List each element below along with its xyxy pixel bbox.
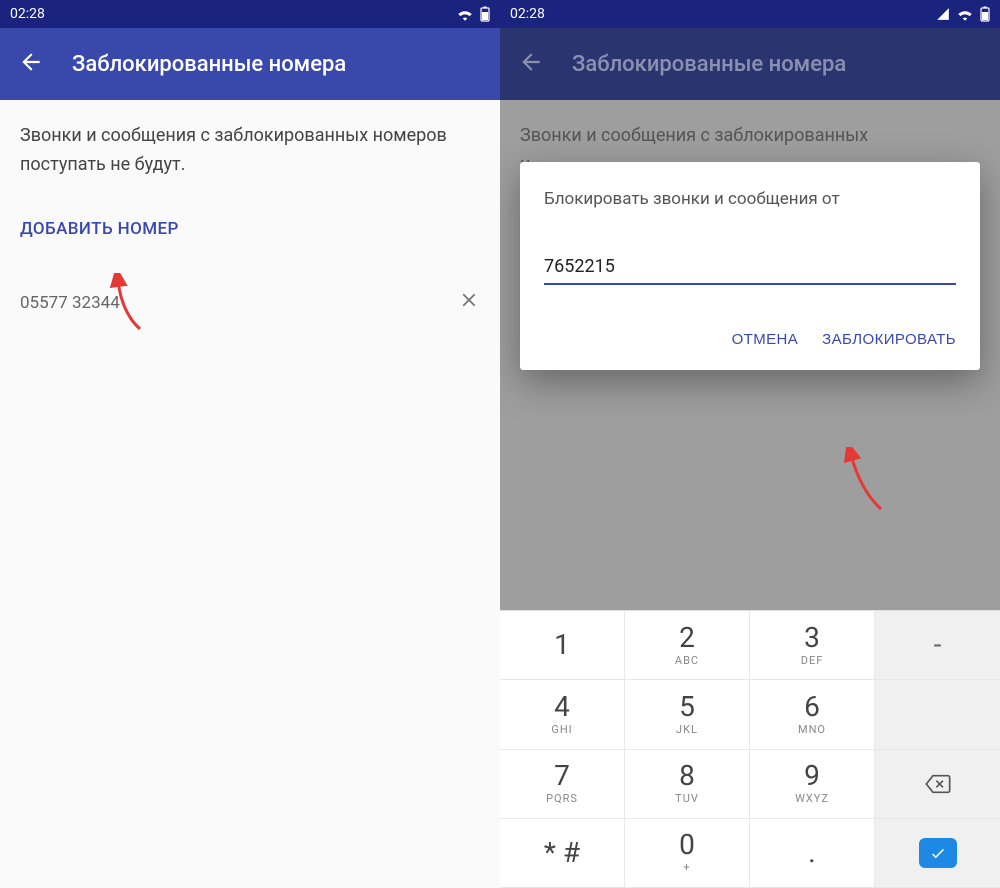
keypad-key-sym[interactable]: .	[750, 819, 875, 888]
keypad-key-4[interactable]: 4GHI	[500, 680, 625, 749]
back-arrow-icon[interactable]	[18, 49, 44, 80]
keypad-key-0[interactable]: 0+	[625, 819, 750, 888]
remove-number-icon[interactable]	[458, 283, 480, 325]
keypad-done-button[interactable]	[875, 819, 1000, 888]
dialog-title: Блокировать звонки и сообщения от	[544, 186, 956, 212]
status-icons	[456, 6, 490, 22]
screen-add-number-dialog: 02:28 Заблокированные номера Звонки и со…	[500, 0, 1000, 888]
keypad-key-6[interactable]: 6MNO	[750, 680, 875, 749]
description-text-bg: Звонки и сообщения с заблокированных	[520, 122, 980, 151]
keypad-key-9[interactable]: 9WXYZ	[750, 750, 875, 819]
status-bar: 02:28	[0, 0, 500, 28]
numeric-keypad: 12ABC3DEF- 4GHI5JKL6MNO 7PQRS8TUV9WXYZ * #…	[500, 610, 1000, 888]
status-time: 02:28	[510, 6, 545, 22]
status-time: 02:28	[10, 6, 45, 22]
content-area: Звонки и сообщения с заблокированных ном…	[0, 100, 500, 888]
keypad-key-8[interactable]: 8TUV	[625, 750, 750, 819]
status-icons	[936, 6, 990, 22]
page-title: Заблокированные номера	[72, 52, 346, 77]
add-number-button[interactable]: ДОБАВИТЬ НОМЕР	[20, 216, 480, 243]
cancel-button[interactable]: ОТМЕНА	[732, 331, 799, 348]
block-button[interactable]: ЗАБЛОКИРОВАТЬ	[822, 331, 956, 348]
block-number-dialog: Блокировать звонки и сообщения от ОТМЕНА…	[520, 162, 980, 370]
app-bar: Заблокированные номера	[0, 28, 500, 100]
keypad-key-5[interactable]: 5JKL	[625, 680, 750, 749]
battery-icon	[980, 6, 990, 22]
keypad-key-2[interactable]: 2ABC	[625, 611, 750, 680]
keypad-key-1[interactable]: 1	[500, 611, 625, 680]
blocked-number-label: 05577 32344	[20, 290, 120, 317]
status-bar: 02:28	[500, 0, 1000, 28]
phone-number-input[interactable]	[544, 252, 956, 285]
screen-blocked-numbers: 02:28 Заблокированные номера Звонки и со…	[0, 0, 500, 888]
description-text: Звонки и сообщения с заблокированных ном…	[20, 122, 480, 180]
back-arrow-icon	[518, 49, 544, 80]
wifi-icon	[956, 7, 974, 21]
blocked-number-row: 05577 32344	[20, 283, 480, 325]
keypad-key-7[interactable]: 7PQRS	[500, 750, 625, 819]
keypad-key-symsym[interactable]: * #	[500, 819, 625, 888]
page-title: Заблокированные номера	[572, 52, 846, 77]
signal-icon	[936, 7, 950, 21]
keypad-backspace-button[interactable]	[875, 750, 1000, 819]
wifi-icon	[456, 7, 474, 21]
battery-icon	[480, 6, 490, 22]
keypad-key-3[interactable]: 3DEF	[750, 611, 875, 680]
app-bar: Заблокированные номера	[500, 28, 1000, 100]
keypad-side-key[interactable]: -	[875, 611, 1000, 680]
keypad-side-key[interactable]	[875, 680, 1000, 749]
